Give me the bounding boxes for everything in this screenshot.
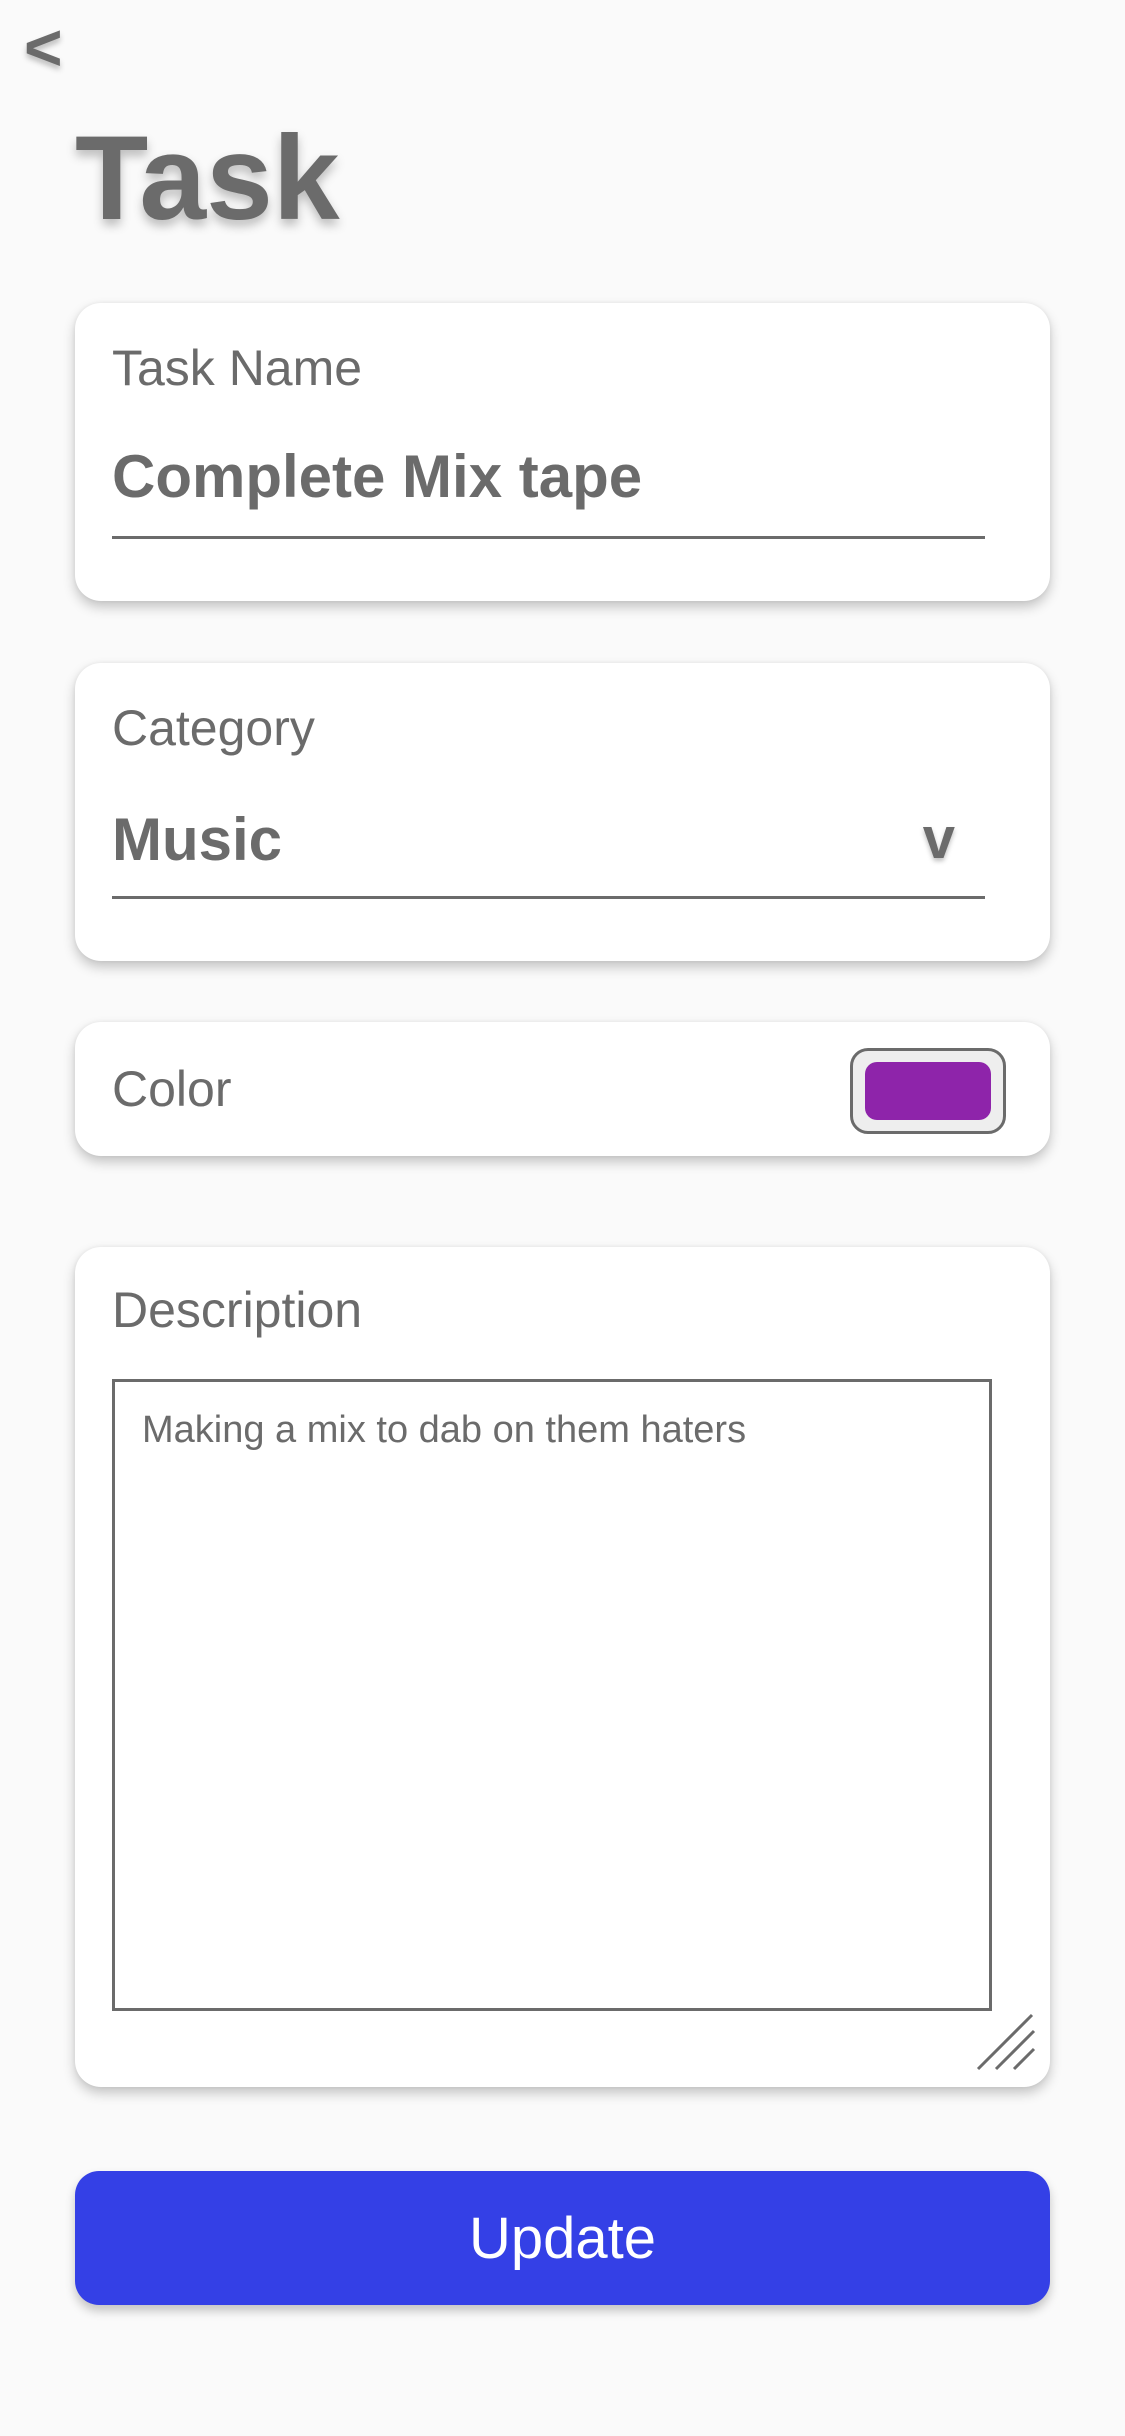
task-name-underline — [112, 536, 985, 539]
task-name-input[interactable]: Complete Mix tape — [112, 447, 642, 507]
task-name-card: Task Name Complete Mix tape — [75, 303, 1050, 601]
category-card: Category Music v — [75, 663, 1050, 961]
page-title: Task — [75, 111, 340, 245]
color-picker-button[interactable] — [850, 1048, 1006, 1134]
description-textarea[interactable]: Making a mix to dab on them haters — [112, 1379, 992, 2011]
resize-handle-icon[interactable] — [974, 2013, 1036, 2071]
category-select[interactable]: Music — [112, 810, 282, 870]
chevron-down-icon[interactable]: v — [923, 810, 955, 868]
category-underline — [112, 896, 985, 899]
back-button[interactable]: < — [24, 14, 63, 80]
task-name-label: Task Name — [112, 340, 363, 396]
description-card: Description Making a mix to dab on them … — [75, 1247, 1050, 2087]
color-swatch — [865, 1062, 991, 1120]
color-card: Color — [75, 1022, 1050, 1156]
update-button[interactable]: Update — [75, 2171, 1050, 2305]
description-label: Description — [112, 1282, 363, 1338]
category-label: Category — [112, 700, 315, 756]
color-label: Color — [112, 1061, 232, 1117]
